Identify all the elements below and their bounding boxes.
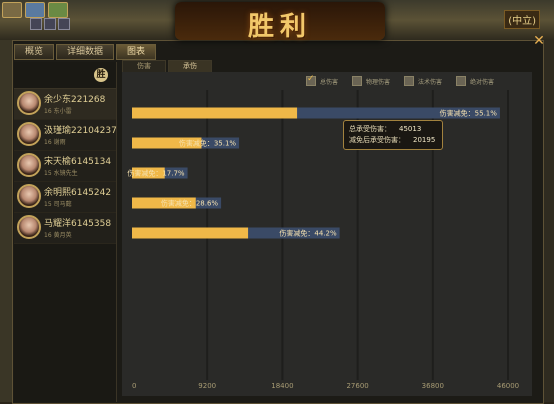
avatar xyxy=(17,184,41,208)
player-name: 余明熙6145242 xyxy=(44,188,112,198)
victory-banner: 胜利 xyxy=(175,2,385,42)
checkbox[interactable] xyxy=(306,74,316,86)
filter-label: 法术伤害 xyxy=(418,78,443,86)
tooltip-total: 总承受伤害： 45013 xyxy=(349,124,437,135)
player-level: 15 司马懿 xyxy=(44,199,72,208)
roster-header: 胜 xyxy=(14,62,116,89)
bar-data-label: 伤害减免：35.1% xyxy=(179,139,237,148)
x-tick-label: 18400 xyxy=(271,382,293,390)
damage-tooltip: 总承受伤害： 45013 减免后承受伤害： 20195 xyxy=(343,120,443,150)
avatar xyxy=(17,215,41,239)
tab-details[interactable]: 详细数据 xyxy=(56,44,115,60)
mail-icon[interactable] xyxy=(25,2,45,18)
mini-icon[interactable] xyxy=(44,18,56,30)
avatar xyxy=(17,122,41,146)
player-title: 黄月英 xyxy=(53,232,72,239)
filter-magic[interactable]: 法术伤害 xyxy=(404,76,442,86)
bag-icon[interactable] xyxy=(2,2,22,18)
player-title: 水镜先生 xyxy=(53,170,78,177)
game-background-left xyxy=(0,40,12,402)
level: 15 xyxy=(44,170,52,177)
level: 16 xyxy=(44,139,52,146)
player-level: 16 东小雷 xyxy=(44,106,72,115)
shop-icon[interactable] xyxy=(48,2,68,18)
bar-after-reduction xyxy=(132,107,298,119)
player-title: 东小雷 xyxy=(53,108,72,115)
bar-data-label: 伤害减免：55.1% xyxy=(440,109,498,118)
tooltip-after-label: 减免后承受伤害： xyxy=(349,136,405,144)
hud-mini-icons xyxy=(30,18,70,30)
tab-overview[interactable]: 概览 xyxy=(14,44,55,60)
filter-physical[interactable]: 物理伤害 xyxy=(352,76,390,86)
player-row[interactable]: 汲瑾瑜22104237 16 谢雨 xyxy=(14,120,117,151)
server-tag: (中立) xyxy=(504,10,540,29)
bar-after-reduction xyxy=(132,227,249,239)
tooltip-total-value: 45013 xyxy=(399,125,422,133)
tab-chart[interactable]: 图表 xyxy=(116,44,157,60)
main-tabs: 概览 详细数据 图表 xyxy=(14,44,157,60)
close-icon[interactable]: ✕ xyxy=(532,34,546,48)
mini-icon[interactable] xyxy=(58,18,70,30)
checkbox[interactable] xyxy=(404,76,415,86)
player-row[interactable]: 马耀洋6145358 16 黄月英 xyxy=(14,213,116,244)
x-tick-label: 27600 xyxy=(346,382,368,390)
player-level: 15 水镜先生 xyxy=(44,168,78,177)
avatar xyxy=(17,153,41,177)
x-tick-label: 36800 xyxy=(422,382,444,390)
level: 16 xyxy=(44,108,52,115)
x-tick-label: 46000 xyxy=(497,382,519,390)
bar-data-label: 伤害减免：44.2% xyxy=(279,229,337,238)
avatar xyxy=(17,91,41,115)
damage-chart: 0 9200 18400 27600 36800 46000 伤害减免：55.1% 伤害减免：… xyxy=(122,72,532,396)
player-row[interactable]: 余少东221268 16 东小雷 xyxy=(14,89,116,120)
player-roster: 胜 余少东221268 16 东小雷 汲瑾瑜22104237 16 谢雨 宋天榆… xyxy=(14,62,117,402)
victory-badge: 胜 xyxy=(94,68,108,82)
player-title: 谢雨 xyxy=(53,139,66,146)
chart-plot: 0 9200 18400 27600 36800 46000 伤害减免：55.1% 伤害减免：… xyxy=(127,90,519,390)
bar-data-label: 伤害减免：28.6% xyxy=(161,199,219,208)
filter-label: 物理伤害 xyxy=(366,78,391,86)
level: 16 xyxy=(44,232,52,239)
tooltip-after: 减免后承受伤害： 20195 xyxy=(349,135,437,146)
tooltip-after-value: 20195 xyxy=(413,136,436,144)
player-level: 16 谢雨 xyxy=(44,137,66,146)
checkbox[interactable] xyxy=(352,76,363,86)
filter-label: 总伤害 xyxy=(320,78,339,86)
filter-total[interactable]: 总伤害 xyxy=(306,74,339,86)
x-tick-label: 9200 xyxy=(198,382,216,390)
chart-filters: 总伤害 物理伤害 法术伤害 绝对伤害 xyxy=(306,74,494,86)
tooltip-total-label: 总承受伤害： xyxy=(349,125,391,133)
player-name: 汲瑾瑜22104237 xyxy=(44,126,117,136)
filter-absolute[interactable]: 绝对伤害 xyxy=(456,76,494,86)
player-name: 马耀洋6145358 xyxy=(44,219,112,229)
player-level: 16 黄月英 xyxy=(44,230,72,239)
hud-icons xyxy=(2,2,68,18)
player-title: 司马懿 xyxy=(53,201,72,208)
player-row[interactable]: 宋天榆6145134 15 水镜先生 xyxy=(14,151,116,182)
level: 15 xyxy=(44,201,52,208)
player-row[interactable]: 余明熙6145242 15 司马懿 xyxy=(14,182,116,213)
checkbox[interactable] xyxy=(456,76,467,86)
bar-data-label: 伤害减免：17.7% xyxy=(127,169,185,178)
x-tick-label: 0 xyxy=(132,382,136,390)
mini-icon[interactable] xyxy=(30,18,42,30)
player-name: 宋天榆6145134 xyxy=(44,157,112,167)
filter-label: 绝对伤害 xyxy=(470,78,495,86)
player-name: 余少东221268 xyxy=(44,95,106,105)
victory-title: 胜利 xyxy=(247,12,312,42)
